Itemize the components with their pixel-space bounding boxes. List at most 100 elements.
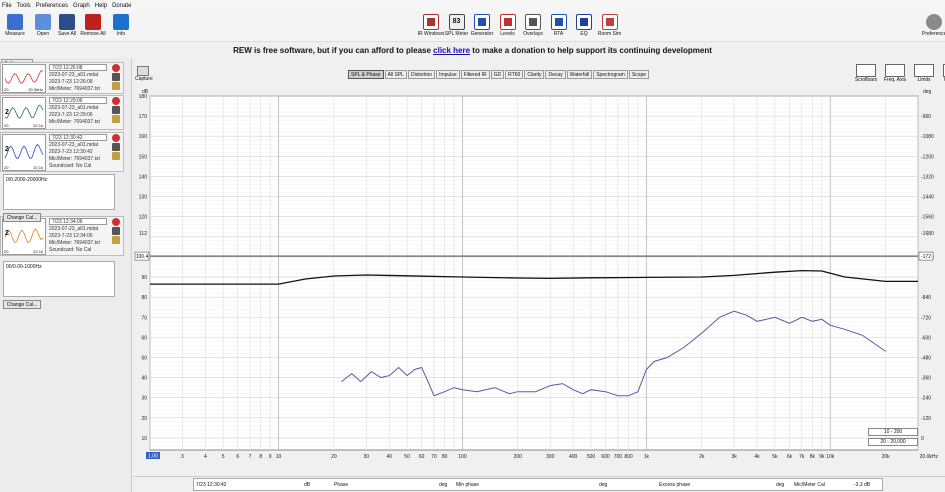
x-tick-label: 9 bbox=[269, 454, 272, 460]
measurement-name-field[interactable]: 7/23 12:29:06 bbox=[49, 97, 107, 104]
limits-icon bbox=[914, 64, 934, 77]
remove-measurement-icon[interactable] bbox=[112, 134, 120, 142]
measurement-thumbnail[interactable]: 2 20 22.1k bbox=[2, 218, 46, 255]
measurement-info: 7/23 12:26:08 2023-07-23_a01.mdat 2023-7-2… bbox=[49, 64, 107, 93]
measurement-thumbnail[interactable]: 2 20 22.1k bbox=[2, 97, 46, 129]
x-tick-label: 5k bbox=[772, 454, 778, 460]
freq-axis-button[interactable]: Freq. Axis bbox=[880, 64, 910, 83]
y-tick-label-left: 40 bbox=[141, 376, 147, 382]
cal-info-box: 0/0.2000-20000Hz bbox=[3, 174, 115, 210]
change-cal-button[interactable]: Change Cal... bbox=[3, 213, 41, 222]
x-tick-label: 6 bbox=[236, 454, 239, 460]
x-tick-label: 200 bbox=[514, 454, 523, 460]
x-tick-label: 600 bbox=[601, 454, 610, 460]
donate-link[interactable]: click here bbox=[433, 46, 470, 55]
measurement-filename: 2023-07-23_a01.mdat bbox=[49, 226, 99, 232]
x-tick-label: 70 bbox=[431, 454, 437, 460]
menu-tools[interactable]: Tools bbox=[17, 3, 31, 9]
icon-glyph bbox=[605, 18, 614, 26]
x-tick-label: 50 bbox=[404, 454, 410, 460]
save-measurement-icon[interactable] bbox=[112, 73, 120, 81]
save-measurement-icon[interactable] bbox=[112, 106, 120, 114]
thumb-freq-start: 20 bbox=[4, 249, 9, 254]
range-preset-button[interactable]: 20 - 20,000 bbox=[868, 438, 918, 446]
legend-item[interactable]: Min phase bbox=[456, 482, 479, 488]
toolbar-label: Measure bbox=[5, 31, 25, 37]
legend-item[interactable]: 7/23 12:30:42 bbox=[196, 482, 227, 488]
menu-preferences[interactable]: Preferences bbox=[36, 3, 68, 9]
measurement-name-field[interactable]: 7/23 12:30:42 bbox=[49, 134, 107, 141]
limits-button[interactable]: Limits bbox=[909, 64, 939, 83]
measurement-thumbnail[interactable]: 20 20.0kHz bbox=[2, 64, 46, 93]
measurement-item[interactable]: 2 20 22.1k 7/23 12:34:06 2023-07-23_a01.mdat… bbox=[0, 216, 124, 256]
open-folder-icon bbox=[35, 14, 51, 30]
save-measurement-icon[interactable] bbox=[112, 143, 120, 151]
toolbar-label: Info bbox=[116, 31, 126, 37]
change-cal-button[interactable]: Change Cal... bbox=[3, 300, 41, 309]
toolbar: Measure Open Save All Remove All Info IR Wind… bbox=[0, 12, 945, 42]
measurement-item[interactable]: 2 20 22.1k 7/23 12:29:06 2023-07-23_a01.mdat… bbox=[0, 95, 124, 130]
notes-icon[interactable] bbox=[112, 236, 120, 244]
controls-button[interactable]: Controls bbox=[938, 64, 945, 83]
scrollbars-icon bbox=[856, 64, 876, 77]
y-tick-label-right: -1200 bbox=[921, 154, 934, 160]
y-tick-label-right: -240 bbox=[921, 396, 931, 402]
legend-item[interactable]: Mic/Meter Cal bbox=[794, 482, 825, 488]
measure-button[interactable]: Measure bbox=[0, 14, 30, 40]
x-tick-label: 10k bbox=[826, 454, 835, 460]
save-measurement-icon[interactable] bbox=[112, 227, 120, 235]
y-tick-label-right: -1080 bbox=[921, 134, 934, 140]
notes-icon[interactable] bbox=[112, 82, 120, 90]
y-tick-label-left: 90 bbox=[141, 275, 147, 281]
info-button[interactable]: Info bbox=[106, 14, 136, 40]
notes-icon[interactable] bbox=[112, 152, 120, 160]
icon-glyph bbox=[580, 18, 588, 26]
y-tick-label-right: -1440 bbox=[921, 195, 934, 201]
banner-text-pre: REW is free software, but if you can aff… bbox=[233, 46, 434, 55]
y-tick-label-right: -120 bbox=[921, 416, 931, 422]
y-tick-label-right: -1560 bbox=[921, 215, 934, 221]
measurement-number: 2 bbox=[5, 230, 9, 237]
measurement-item[interactable]: 20 20.0kHz 7/23 12:26:08 2023-07-23_a01.mda… bbox=[0, 62, 124, 94]
x-tick-label: 80 bbox=[442, 454, 448, 460]
room-sim-button[interactable]: Room Sim bbox=[595, 14, 625, 40]
remove-measurement-icon[interactable] bbox=[112, 64, 120, 72]
y-tick-label-left: 160 bbox=[139, 134, 148, 140]
legend-item: deg bbox=[776, 482, 785, 488]
y-tick-label-right: -1320 bbox=[921, 174, 934, 180]
notes-icon[interactable] bbox=[112, 115, 120, 123]
icon-glyph bbox=[427, 18, 435, 26]
toolbar-label: Room Sim bbox=[597, 31, 622, 37]
thumb-freq-end: 22.1k bbox=[33, 123, 43, 128]
y-tick-label-left: 140 bbox=[139, 174, 148, 180]
remove-all-button[interactable]: Remove All bbox=[78, 14, 108, 40]
y-unit-left: dB bbox=[142, 89, 149, 95]
menu-help[interactable]: Help bbox=[95, 3, 107, 9]
save-icon bbox=[59, 14, 75, 30]
measurement-name-field[interactable]: 7/23 12:26:08 bbox=[49, 64, 107, 71]
measurement-info: 7/23 12:29:06 2023-07-23_a01.mdat 2023-7-2… bbox=[49, 97, 107, 126]
x-tick-label: 7k bbox=[799, 454, 805, 460]
legend-item[interactable]: Phase bbox=[334, 482, 348, 488]
preferences-button[interactable]: Preferences bbox=[922, 14, 945, 40]
spl-phase-chart[interactable]: 3 4 5 6 7 8 9 10 20 30 40 50 60 70 80 100 200 300 400 500 60… bbox=[133, 58, 945, 478]
menu-file[interactable]: File bbox=[2, 3, 12, 9]
menu-graph[interactable]: Graph bbox=[73, 3, 90, 9]
menu-donate[interactable]: Donate bbox=[112, 3, 131, 9]
remove-measurement-icon[interactable] bbox=[112, 218, 120, 226]
legend-item: deg bbox=[439, 482, 448, 488]
scrollbars-button[interactable]: Scrollbars bbox=[851, 64, 881, 83]
y-tick-label-left: 10 bbox=[141, 436, 147, 442]
remove-measurement-icon[interactable] bbox=[112, 97, 120, 105]
x-tick-label: 3 bbox=[181, 454, 184, 460]
measurement-item[interactable]: 2 20 22.1k 7/23 12:30:42 2023-07-23_a01.mdat… bbox=[0, 132, 124, 172]
preferences-icon bbox=[925, 14, 942, 30]
icon-glyph bbox=[478, 18, 486, 26]
ir-windows-icon bbox=[423, 14, 439, 30]
legend-item[interactable]: Excess phase bbox=[659, 482, 690, 488]
measurement-name-field[interactable]: 7/23 12:34:06 bbox=[49, 218, 107, 225]
range-preset-button[interactable]: 10 - 200 bbox=[868, 428, 918, 436]
measurement-time: 2023-7-23 12:30:42 bbox=[49, 149, 93, 155]
measurement-thumbnail[interactable]: 2 20 22.1k bbox=[2, 134, 46, 171]
cursor-right-value: -172 bbox=[921, 254, 931, 260]
